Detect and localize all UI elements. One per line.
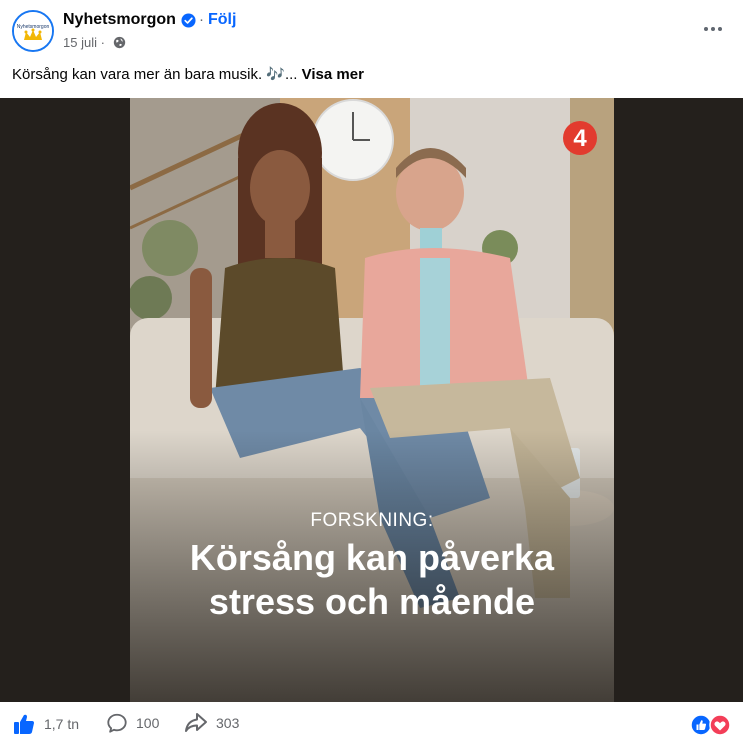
page-avatar[interactable]: Nyhetsmorgon bbox=[12, 10, 54, 52]
post-photo[interactable]: 4 FORSKNING: Körsång kan påverka stress … bbox=[130, 98, 614, 702]
globe-icon bbox=[113, 36, 126, 49]
follow-button[interactable]: Följ bbox=[208, 11, 236, 29]
nyhetsmorgon-logo: Nyhetsmorgon bbox=[14, 12, 52, 50]
tv4-logo: 4 bbox=[563, 121, 597, 155]
channel-logo-text: 4 bbox=[573, 125, 587, 152]
overlay-title-line1: Körsång kan påverka bbox=[189, 537, 555, 578]
share-button[interactable]: 303 bbox=[184, 712, 239, 734]
overlay-kicker: FORSKNING: bbox=[310, 510, 434, 531]
comment-count: 100 bbox=[136, 715, 160, 731]
comment-button[interactable]: 100 bbox=[106, 712, 159, 734]
post-media[interactable]: 4 FORSKNING: Körsång kan påverka stress … bbox=[0, 98, 743, 702]
more-dot-icon bbox=[704, 27, 708, 31]
like-button[interactable]: 1,7 tn bbox=[12, 712, 79, 736]
like-icon bbox=[14, 714, 34, 734]
more-dot-icon bbox=[718, 27, 722, 31]
see-more-link[interactable]: Visa mer bbox=[302, 66, 364, 83]
overlay-title: Körsång kan påverka stress och mående bbox=[130, 536, 614, 624]
share-count: 303 bbox=[216, 715, 240, 731]
reactions-icon[interactable] bbox=[690, 714, 732, 736]
post-text: Körsång kan vara mer än bara musik. 🎶... bbox=[12, 66, 298, 83]
page-name-link[interactable]: Nyhetsmorgon bbox=[63, 11, 176, 29]
verified-badge-icon bbox=[181, 13, 196, 28]
separator-dot: · bbox=[199, 11, 204, 28]
post-date-link[interactable]: 15 juli · bbox=[63, 35, 105, 50]
post-footer: 1,7 tn 100 303 bbox=[0, 702, 743, 746]
post-body: Körsång kan vara mer än bara musik. 🎶...… bbox=[12, 65, 364, 83]
post-header: Nyhetsmorgon Nyhetsmorgon · Följ 15 juli… bbox=[0, 0, 743, 60]
share-icon bbox=[185, 713, 207, 732]
overlay-title-line2: stress och mående bbox=[208, 581, 536, 622]
comment-icon bbox=[107, 713, 127, 733]
like-count: 1,7 tn bbox=[44, 716, 80, 732]
more-dot-icon bbox=[711, 27, 715, 31]
more-options-button[interactable] bbox=[700, 16, 726, 42]
